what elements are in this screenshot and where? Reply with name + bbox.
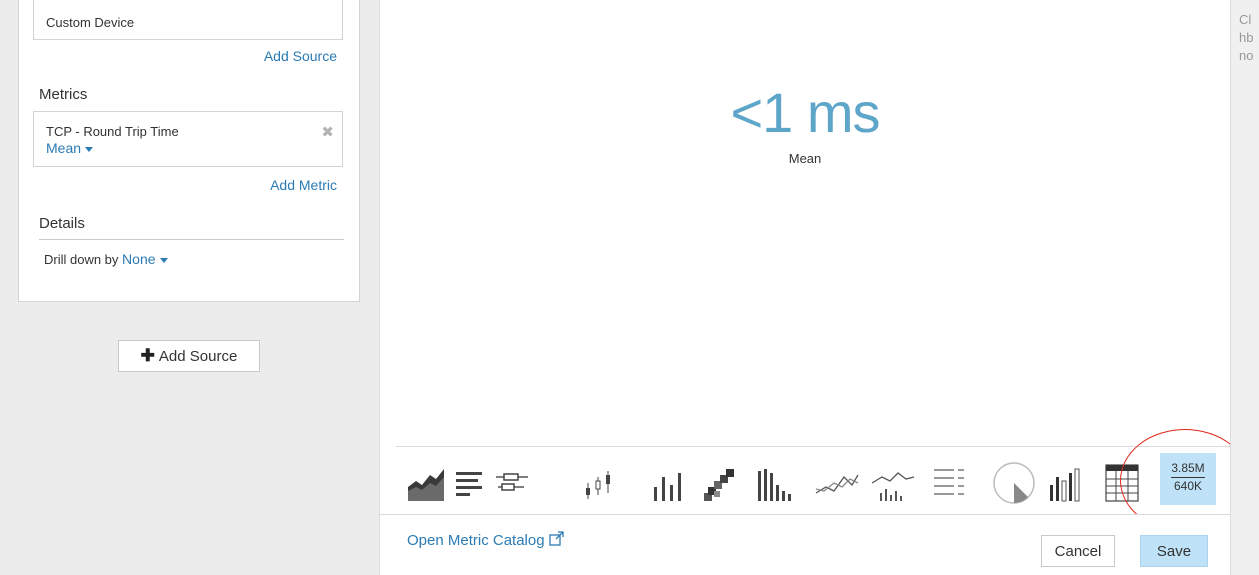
histogram-icon[interactable] [756, 455, 796, 505]
catalog-link-label: Open Metric Catalog [407, 532, 545, 549]
drill-label: Drill down by [44, 252, 119, 267]
drill-dropdown[interactable]: None [122, 251, 168, 267]
drill-value: None [122, 251, 156, 267]
column-chart-icon[interactable] [652, 455, 686, 505]
heatmap-icon[interactable] [702, 455, 736, 505]
remove-metric-icon[interactable]: ✖ [321, 123, 334, 141]
config-panel: Custom Device Add Source Metrics TCP - R… [0, 0, 380, 575]
list-chart-icon[interactable] [452, 455, 486, 505]
candlestick-icon[interactable] [582, 455, 622, 505]
caret-down-icon [85, 146, 94, 152]
line-column-icon[interactable] [870, 455, 916, 505]
caret-down-icon [159, 257, 168, 263]
device-name: Custom Device [46, 15, 135, 30]
visualization-picker: 3.85M 640K [396, 446, 1230, 514]
line-chart-icon[interactable] [814, 455, 860, 505]
metric-name: TCP - Round Trip Time [46, 124, 179, 139]
aggregation-label: Mean [46, 140, 82, 156]
details-title: Details [39, 215, 85, 232]
plus-icon: ✚ [140, 346, 155, 365]
source-card: Custom Device Add Source Metrics TCP - R… [18, 0, 360, 302]
add-metric-link[interactable]: Add Metric [270, 177, 337, 193]
aggregation-dropdown[interactable]: Mean [46, 140, 94, 156]
box-plot-icon[interactable] [494, 455, 530, 505]
metric-box: TCP - Round Trip Time Mean ✖ [33, 111, 343, 167]
status-list-icon[interactable] [932, 455, 966, 505]
metrics-title: Metrics [39, 86, 88, 103]
cancel-button[interactable]: Cancel [1041, 535, 1115, 567]
pie-chart-icon[interactable] [990, 455, 1038, 505]
save-button[interactable]: Save [1140, 535, 1208, 567]
background-text: hb [1239, 30, 1254, 45]
background-text: no [1239, 48, 1254, 63]
bar-chart-icon[interactable] [1048, 455, 1088, 505]
add-source-link[interactable]: Add Source [264, 48, 337, 64]
preview-label: Mean [788, 151, 822, 166]
add-source-button-label: Add Source [158, 347, 238, 365]
external-link-icon [549, 531, 564, 546]
background-text: Cl [1239, 12, 1252, 27]
details-divider [39, 239, 344, 240]
area-chart-icon[interactable] [406, 455, 446, 505]
add-source-button[interactable]: ✚ Add Source [118, 340, 260, 372]
drill-down-row: Drill down by None [44, 251, 168, 267]
open-metric-catalog-link[interactable]: Open Metric Catalog [407, 531, 564, 549]
background-page: Cl hb no [1230, 0, 1259, 575]
footer: Open Metric Catalog Cancel Save [380, 514, 1230, 575]
preview-value: <1 ms [730, 81, 880, 144]
device-box[interactable]: Custom Device [33, 0, 343, 40]
